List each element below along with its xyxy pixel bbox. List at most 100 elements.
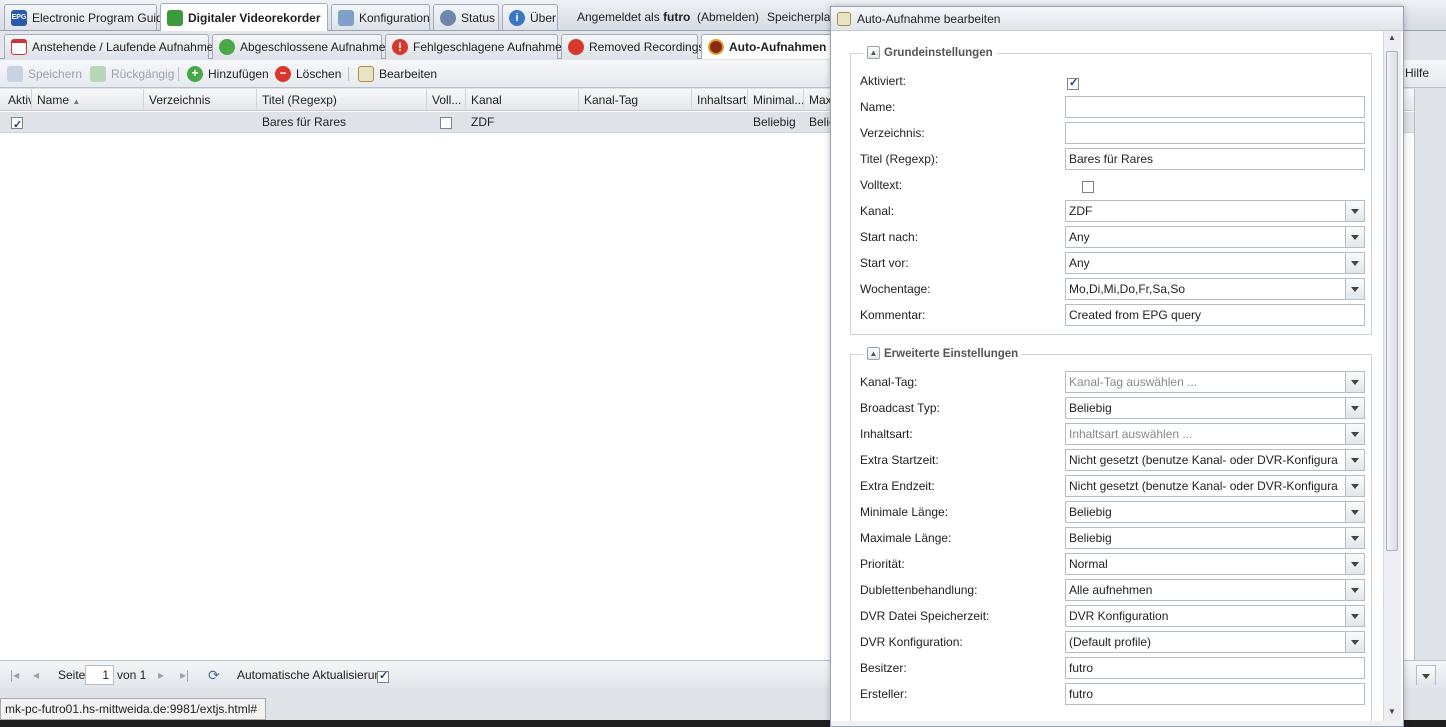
- refresh-icon[interactable]: ⟳: [208, 667, 220, 684]
- column-name[interactable]: Name ▲: [32, 89, 144, 111]
- chevron-down-icon[interactable]: [1345, 580, 1364, 600]
- chevron-down-icon[interactable]: [1345, 606, 1364, 626]
- dialog-title: Auto-Aufnahme bearbeiten: [857, 11, 1001, 26]
- tab-configuration[interactable]: Konfiguration: [331, 4, 430, 30]
- edit-button[interactable]: Bearbeiten: [358, 66, 437, 82]
- undo-button[interactable]: Rückgängig: [90, 66, 174, 82]
- column-directory[interactable]: Verzeichnis: [144, 89, 257, 111]
- enabled-checkbox[interactable]: [1067, 76, 1079, 90]
- tab-failed[interactable]: ! Fehlgeschlagene Aufnahmen: [385, 34, 568, 59]
- broadcast-type-select[interactable]: Beliebig: [1065, 397, 1365, 419]
- column-fulltext[interactable]: Voll...: [427, 89, 466, 111]
- enabled-label: Aktiviert:: [860, 74, 907, 88]
- dialog-title-bar[interactable]: Auto-Aufnahme bearbeiten: [831, 7, 1403, 31]
- advanced-settings-legend[interactable]: ▲ Erweiterte Einstellungen: [863, 347, 1023, 360]
- column-content-type[interactable]: Inhaltsart: [692, 89, 748, 111]
- extra-end-label: Extra Endzeit:: [860, 479, 935, 493]
- duplicate-handling-select[interactable]: Alle aufnehmen: [1065, 579, 1365, 601]
- collapse-icon[interactable]: ▲: [867, 347, 880, 360]
- retention-select[interactable]: DVR Konfiguration: [1065, 605, 1365, 627]
- column-channel-tag[interactable]: Kanal-Tag: [579, 89, 692, 111]
- start-before-value: Any: [1069, 256, 1090, 270]
- fulltext-checkbox[interactable]: [440, 116, 452, 129]
- column-enabled[interactable]: Aktiv: [4, 89, 32, 111]
- column-title[interactable]: Titel (Regexp): [257, 89, 427, 111]
- chevron-down-icon[interactable]: [1345, 450, 1364, 470]
- name-field[interactable]: [1065, 96, 1365, 118]
- weekdays-select[interactable]: Mo,Di,Mi,Do,Fr,Sa,So: [1065, 278, 1365, 300]
- chevron-down-icon[interactable]: [1345, 227, 1364, 247]
- chevron-down-icon[interactable]: [1345, 279, 1364, 299]
- chevron-down-icon[interactable]: [1345, 201, 1364, 221]
- chevron-down-icon[interactable]: [1345, 632, 1364, 652]
- tab-removed[interactable]: Removed Recordings: [561, 34, 704, 59]
- chevron-down-icon[interactable]: [1345, 554, 1364, 574]
- channel-select[interactable]: ZDF: [1065, 200, 1365, 222]
- tab-about[interactable]: i Über: [502, 4, 558, 30]
- auto-refresh-checkbox[interactable]: [377, 669, 389, 683]
- duplicate-handling-value: Alle aufnehmen: [1069, 583, 1153, 597]
- tab-label: Konfiguration: [359, 10, 430, 25]
- chevron-down-icon[interactable]: [1345, 424, 1364, 444]
- content-type-select[interactable]: Inhaltsart auswählen ...: [1065, 423, 1365, 445]
- page-number-input[interactable]: 1: [85, 665, 114, 685]
- page-size-dropdown[interactable]: [1416, 665, 1436, 686]
- add-button[interactable]: + Hinzufügen: [187, 66, 269, 82]
- retention-label: DVR Datei Speicherzeit:: [860, 609, 990, 623]
- chevron-down-icon[interactable]: [1345, 398, 1364, 418]
- chevron-down-icon[interactable]: [1345, 528, 1364, 548]
- last-page-icon[interactable]: ▸|: [180, 668, 189, 682]
- title-field[interactable]: Bares für Rares: [1065, 148, 1365, 170]
- weekdays-value: Mo,Di,Mi,Do,Fr,Sa,So: [1069, 282, 1186, 296]
- directory-field[interactable]: [1065, 122, 1365, 144]
- chevron-down-icon[interactable]: [1345, 372, 1364, 392]
- channel-tag-select[interactable]: Kanal-Tag auswählen ...: [1065, 371, 1365, 393]
- dialog-scroll-thumb[interactable]: [1386, 51, 1398, 551]
- column-min-length[interactable]: Minimal...: [748, 89, 804, 111]
- enabled-checkbox[interactable]: [11, 115, 23, 133]
- max-length-select[interactable]: Beliebig: [1065, 527, 1365, 549]
- next-page-icon[interactable]: ▸: [158, 668, 164, 682]
- scroll-up-icon[interactable]: ▲: [1388, 33, 1396, 42]
- basic-settings-legend[interactable]: ▲ Grundeinstellungen: [863, 46, 997, 59]
- creator-field[interactable]: futro: [1065, 683, 1365, 705]
- chevron-down-icon[interactable]: [1345, 476, 1364, 496]
- row-fulltext-cell[interactable]: [435, 112, 465, 133]
- tab-status[interactable]: Status: [433, 4, 499, 30]
- row-enabled-cell[interactable]: [6, 112, 32, 133]
- tab-upcoming[interactable]: Anstehende / Laufende Aufnahmen: [4, 34, 220, 59]
- owner-field[interactable]: futro: [1065, 657, 1365, 679]
- chevron-down-icon[interactable]: [1345, 253, 1364, 273]
- prev-page-icon[interactable]: ◂: [33, 668, 39, 682]
- collapse-icon[interactable]: ▲: [867, 46, 880, 59]
- help-button[interactable]: Hilfe: [1405, 66, 1429, 80]
- chevron-down-icon[interactable]: [1345, 502, 1364, 522]
- scroll-down-icon[interactable]: ▼: [1388, 707, 1396, 716]
- channel-tag-label: Kanal-Tag:: [860, 375, 918, 389]
- save-label: Speichern: [28, 67, 83, 81]
- save-button[interactable]: Speichern: [7, 66, 82, 82]
- first-page-icon[interactable]: |◂: [10, 668, 19, 682]
- start-after-select[interactable]: Any: [1065, 226, 1365, 248]
- start-before-select[interactable]: Any: [1065, 252, 1365, 274]
- edit-label: Bearbeiten: [379, 67, 438, 81]
- extra-end-select[interactable]: Nicht gesetzt (benutze Kanal- oder DVR-K…: [1065, 475, 1365, 497]
- tab-autorec[interactable]: Auto-Aufnahmen: [701, 34, 834, 59]
- priority-select[interactable]: Normal: [1065, 553, 1365, 575]
- broadcast-type-label: Broadcast Typ:: [860, 401, 940, 415]
- grid-right-edge: [1414, 89, 1446, 660]
- extra-start-select[interactable]: Nicht gesetzt (benutze Kanal- oder DVR-K…: [1065, 449, 1365, 471]
- column-channel[interactable]: Kanal: [466, 89, 579, 111]
- comment-field[interactable]: Created from EPG query: [1065, 304, 1365, 326]
- tab-finished[interactable]: Abgeschlossene Aufnahmen: [212, 34, 392, 59]
- tab-label: Abgeschlossene Aufnahmen: [240, 40, 393, 54]
- fulltext-checkbox[interactable]: [1082, 180, 1095, 193]
- error-icon: !: [392, 39, 408, 55]
- dvr-config-select[interactable]: (Default profile): [1065, 631, 1365, 653]
- delete-button[interactable]: − Löschen: [275, 66, 341, 82]
- tab-epg[interactable]: EPG Electronic Program Guide: [4, 4, 169, 30]
- logout-link[interactable]: (Abmelden): [697, 10, 759, 24]
- min-length-select[interactable]: Beliebig: [1065, 501, 1365, 523]
- tab-dvr[interactable]: Digitaler Videorekorder: [160, 3, 328, 31]
- dvr-sub-tab-bar: Anstehende / Laufende Aufnahmen Abgeschl…: [0, 31, 834, 59]
